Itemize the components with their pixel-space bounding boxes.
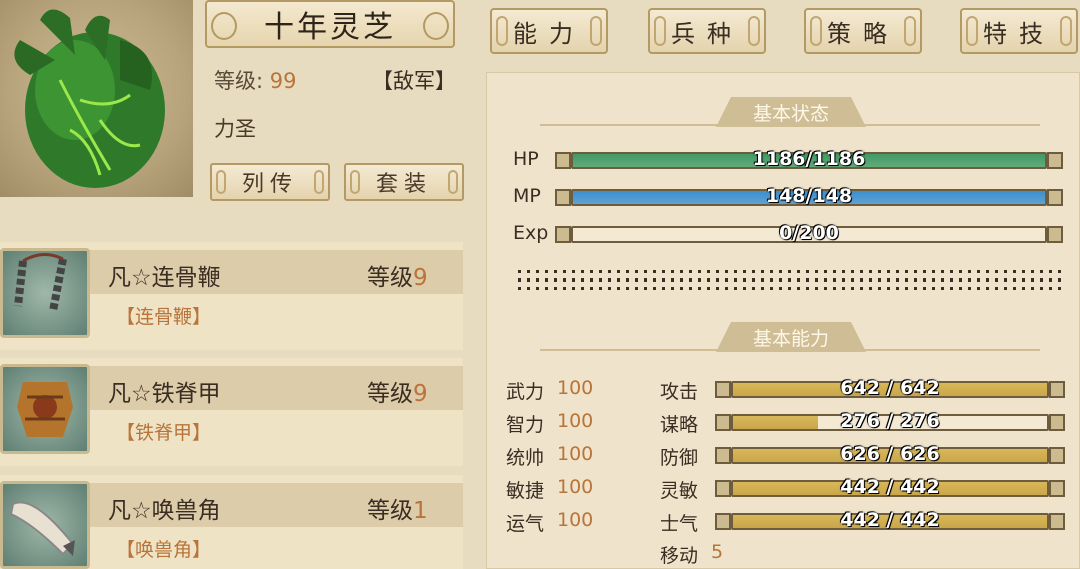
bar-cap-left (715, 513, 731, 530)
unit-level: 等级: 99 (214, 65, 297, 95)
equipment-type: 【铁脊甲】 (116, 422, 212, 444)
bar-cap-right (1047, 226, 1063, 243)
base-stat-label: 武力 (506, 381, 545, 403)
status-bar-text: 0/200 (779, 222, 839, 244)
bar-cap-left (715, 480, 731, 497)
status-label: Exp (513, 222, 549, 244)
unit-portrait (0, 0, 193, 197)
bar-cap-right (1049, 447, 1065, 464)
equipment-level: 等级1 (367, 498, 428, 524)
bar-cap-right (1047, 189, 1063, 206)
tab-ability-label: 能力 (513, 19, 585, 48)
base-stat-value: 100 (557, 443, 594, 465)
base-stat-label: 统帅 (506, 447, 545, 469)
equipment-set-button[interactable]: 套装 (344, 163, 464, 201)
status-bar-text: 1186/1186 (752, 148, 866, 170)
move-label: 移动 (660, 545, 699, 567)
equipment-type: 【连骨鞭】 (116, 306, 212, 328)
armor-icon (0, 364, 90, 454)
bar-cap-left (715, 381, 731, 398)
status-bar-text: 148/148 (765, 185, 853, 207)
base-stat-value: 100 (557, 410, 594, 432)
bar-cap-right (1049, 414, 1065, 431)
base-stat-label: 智力 (506, 414, 545, 436)
biography-label: 列传 (241, 172, 298, 197)
bar-cap-right (1049, 480, 1065, 497)
bar-cap-left (555, 152, 571, 169)
derived-stat-label: 士气 (660, 513, 699, 535)
unit-name-plate: 十年灵芝 (205, 0, 455, 48)
equipment-type: 【唤兽角】 (116, 539, 212, 561)
derived-stat-text: 626 / 626 (840, 443, 940, 465)
meander-divider (518, 270, 1063, 290)
derived-stat-bar: 276 / 276 (731, 410, 1049, 432)
green-heart-icon (14, 9, 165, 188)
bar-cap-left (715, 414, 731, 431)
bar-cap-left (555, 226, 571, 243)
level-label: 等级: (214, 69, 264, 93)
derived-stat-text: 642 / 642 (840, 377, 940, 399)
biography-button[interactable]: 列传 (210, 163, 330, 201)
tab-ability[interactable]: 能力 (490, 8, 608, 54)
base-stat-value: 100 (557, 377, 594, 399)
base-stat-value: 100 (557, 509, 594, 531)
derived-stat-bar: 442 / 442 (731, 509, 1049, 531)
equipment-item-armor[interactable]: 凡☆铁脊甲 等级9 【铁脊甲】 (0, 358, 463, 466)
base-stat-label: 敏捷 (506, 480, 545, 502)
derived-stat-label: 防御 (660, 447, 699, 469)
unit-name: 十年灵芝 (264, 10, 396, 45)
level-value: 99 (269, 69, 297, 93)
move-value: 5 (711, 541, 724, 563)
nunchaku-whip-icon (0, 248, 90, 338)
status-label: HP (513, 148, 539, 170)
section-header-status: 基本状态 (716, 97, 866, 127)
equipment-item-horn[interactable]: 凡☆唤兽角 等级1 【唤兽角】 (0, 475, 463, 569)
tab-special-skill-label: 特技 (983, 19, 1055, 48)
tab-strategy-label: 策略 (827, 19, 899, 48)
status-label: MP (513, 185, 541, 207)
derived-stat-bar: 442 / 442 (731, 476, 1049, 498)
bar-cap-left (555, 189, 571, 206)
derived-stat-text: 276 / 276 (840, 410, 940, 432)
status-bar: 1186/1186 (571, 148, 1047, 170)
equipment-level: 等级9 (367, 265, 428, 291)
derived-stat-label: 谋略 (660, 414, 699, 436)
section-header-abilities: 基本能力 (716, 322, 866, 352)
status-bar: 148/148 (571, 185, 1047, 207)
equipment-name: 凡☆连骨鞭 (108, 265, 221, 291)
derived-stat-text: 442 / 442 (840, 476, 940, 498)
base-stat-label: 运气 (506, 513, 545, 535)
unit-faction: 【敌军】 (372, 69, 456, 93)
tab-special-skill[interactable]: 特技 (960, 8, 1078, 54)
bar-cap-right (1049, 513, 1065, 530)
tab-strategy[interactable]: 策略 (804, 8, 922, 54)
derived-stat-bar: 626 / 626 (731, 443, 1049, 465)
horn-icon (0, 481, 90, 569)
bar-cap-left (715, 447, 731, 464)
tab-troop-type-label: 兵种 (671, 19, 743, 48)
equipment-name: 凡☆唤兽角 (108, 498, 221, 524)
derived-stat-label: 灵敏 (660, 480, 699, 502)
base-stat-value: 100 (557, 476, 594, 498)
bar-cap-right (1049, 381, 1065, 398)
equipment-name: 凡☆铁脊甲 (108, 381, 221, 407)
tab-troop-type[interactable]: 兵种 (648, 8, 766, 54)
derived-stat-text: 442 / 442 (840, 509, 940, 531)
equipment-set-label: 套装 (375, 172, 432, 197)
equipment-level: 等级9 (367, 381, 428, 407)
derived-stat-label: 攻击 (660, 381, 699, 403)
equipment-item-weapon[interactable]: 凡☆连骨鞭 等级9 【连骨鞭】 (0, 242, 463, 350)
derived-stat-bar: 642 / 642 (731, 377, 1049, 399)
unit-title: 力圣 (214, 117, 256, 141)
bar-cap-right (1047, 152, 1063, 169)
status-bar: 0/200 (571, 222, 1047, 244)
